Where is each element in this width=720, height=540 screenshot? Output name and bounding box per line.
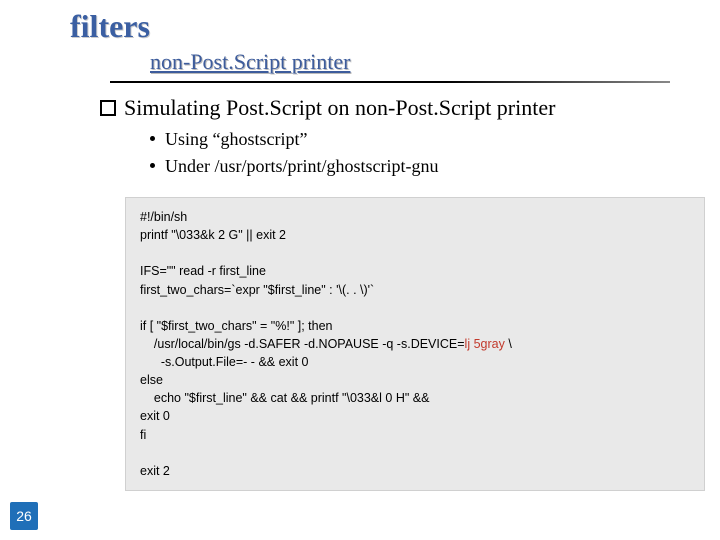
code-line: if [ "$first_two_chars" = "%!" ]; then: [140, 319, 332, 333]
code-line: printf "\033&k 2 G" || exit 2: [140, 228, 286, 242]
sub-bullet-2-text: Under /usr/ports/print/ghostscript-gnu: [165, 156, 438, 176]
code-line: -s.Output.File=- - && exit 0: [140, 355, 308, 369]
sub-bullet-1-text: Using “ghostscript”: [165, 129, 307, 149]
page-title: filters: [70, 8, 700, 45]
code-line: /usr/local/bin/gs -d.SAFER -d.NOPAUSE -q…: [140, 337, 465, 351]
slide: Computer Center, CS, NCTU 26 filters non…: [0, 0, 720, 540]
code-line: exit 0: [140, 409, 170, 423]
sub-bullet-1: Using “ghostscript”: [150, 129, 700, 150]
code-line: first_two_chars=`expr "$first_line" : '\…: [140, 283, 374, 297]
sub-bullet-2: Under /usr/ports/print/ghostscript-gnu: [150, 156, 700, 177]
divider: [110, 81, 670, 83]
code-line: exit 2: [140, 464, 170, 478]
code-line: IFS="" read -r first_line: [140, 264, 266, 278]
slide-number-badge: 26: [10, 502, 38, 530]
code-line: #!/bin/sh: [140, 210, 187, 224]
slide-number: 26: [16, 508, 32, 524]
dot-bullet-icon: [150, 163, 155, 168]
code-line: else: [140, 373, 163, 387]
dot-bullet-icon: [150, 136, 155, 141]
main-bullet: Simulating Post.Script on non-Post.Scrip…: [100, 95, 700, 121]
code-line: fi: [140, 428, 146, 442]
page-subtitle: non-Post.Script printer: [150, 49, 350, 74]
main-bullet-text: Simulating Post.Script on non-Post.Scrip…: [124, 95, 555, 120]
content-area: filters non-Post.Script printer Simulati…: [70, 8, 700, 491]
square-bullet-icon: [100, 100, 116, 116]
code-block: #!/bin/sh printf "\033&k 2 G" || exit 2 …: [125, 197, 705, 491]
code-line: \: [505, 337, 512, 351]
code-line: echo "$first_line" && cat && printf "\03…: [140, 391, 429, 405]
code-highlight: lj 5gray: [465, 337, 505, 351]
subtitle-row: non-Post.Script printer: [150, 49, 700, 75]
